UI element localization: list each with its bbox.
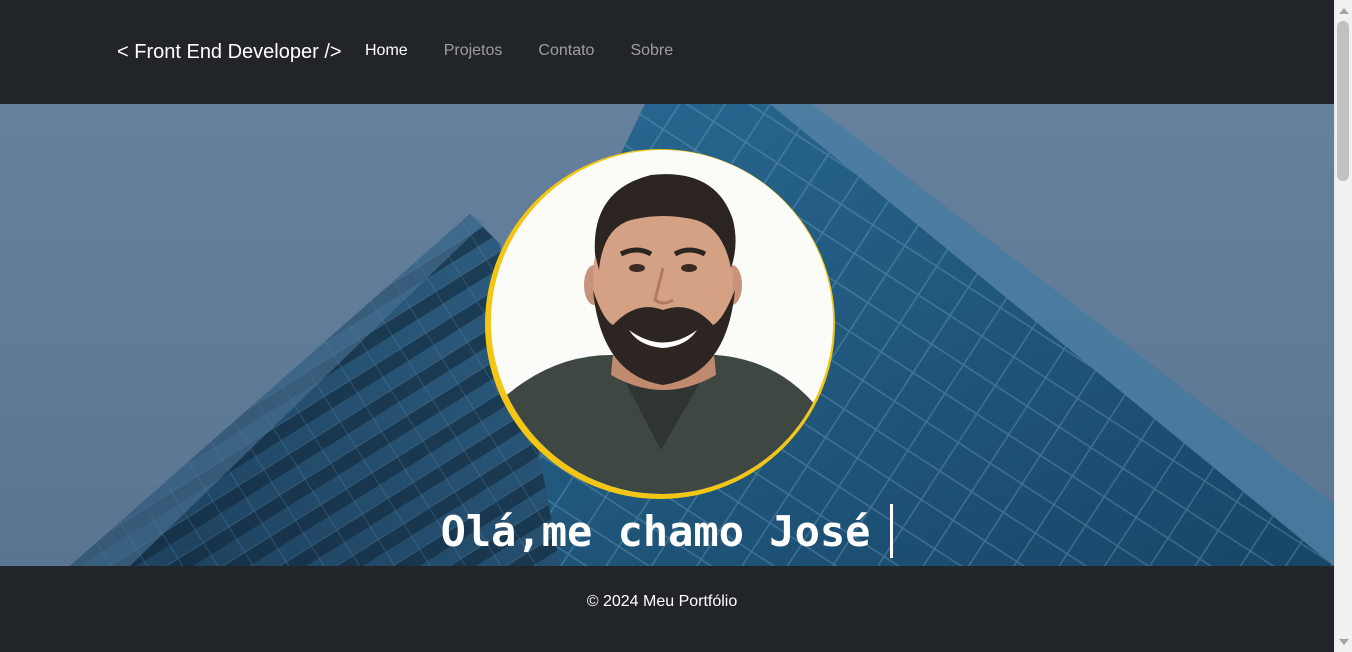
typing-caret [890, 503, 894, 558]
nav-link-home[interactable]: Home [347, 40, 426, 62]
scroll-up-icon[interactable] [1339, 8, 1349, 14]
nav-link-contato[interactable]: Contato [520, 40, 612, 62]
profile-photo [491, 150, 833, 494]
hero-headline: Olá,me chamo José [0, 502, 1334, 562]
nav-link-sobre[interactable]: Sobre [612, 40, 691, 62]
scroll-down-icon[interactable] [1339, 639, 1349, 645]
footer: © 2024 Meu Portfólio [0, 566, 1334, 652]
nav-item-contato: Contato [520, 40, 612, 62]
hero-headline-text: Olá,me chamo José [440, 507, 871, 556]
scrollbar-thumb[interactable] [1337, 21, 1349, 181]
avatar-ring [485, 149, 835, 499]
footer-copyright: © 2024 Meu Portfólio [586, 593, 738, 610]
person-photo-icon [491, 150, 833, 494]
brand-logo[interactable]: < Front End Developer /> [117, 39, 342, 65]
nav-link-projetos[interactable]: Projetos [426, 40, 521, 62]
page-scrollbar[interactable] [1334, 0, 1352, 652]
navbar: < Front End Developer /> Home Projetos C… [0, 0, 1334, 104]
nav-item-projetos: Projetos [426, 40, 521, 62]
nav-menu: Home Projetos Contato Sobre [347, 40, 691, 62]
hero-section: Olá,me chamo José [0, 104, 1334, 566]
nav-item-sobre: Sobre [612, 40, 691, 62]
nav-item-home: Home [347, 40, 426, 62]
page: < Front End Developer /> Home Projetos C… [0, 0, 1334, 652]
